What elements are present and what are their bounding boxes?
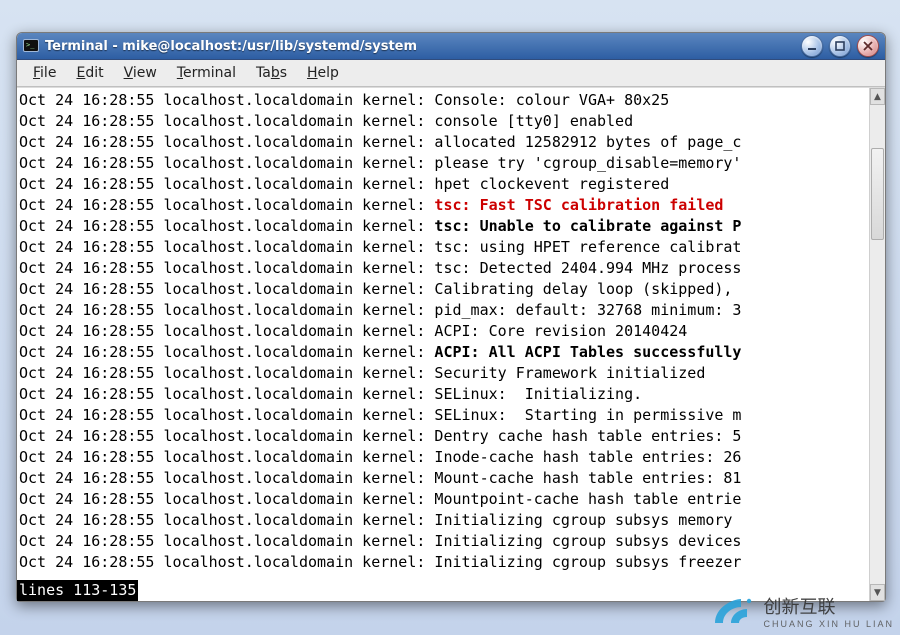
log-line: Oct 24 16:28:55 localhost.localdomain ke… xyxy=(19,531,867,552)
log-line: Oct 24 16:28:55 localhost.localdomain ke… xyxy=(19,132,867,153)
scrollbar-up[interactable]: ▲ xyxy=(870,88,885,105)
log-line: Oct 24 16:28:55 localhost.localdomain ke… xyxy=(19,174,867,195)
terminal-output[interactable]: Oct 24 16:28:55 localhost.localdomain ke… xyxy=(17,88,869,601)
log-line: Oct 24 16:28:55 localhost.localdomain ke… xyxy=(19,195,867,216)
log-line: Oct 24 16:28:55 localhost.localdomain ke… xyxy=(19,489,867,510)
menu-view[interactable]: View xyxy=(114,60,167,86)
menu-file[interactable]: File xyxy=(23,60,66,86)
titlebar[interactable]: >_ Terminal - mike@localhost:/usr/lib/sy… xyxy=(17,33,885,60)
close-button[interactable] xyxy=(857,35,879,57)
log-line: Oct 24 16:28:55 localhost.localdomain ke… xyxy=(19,342,867,363)
log-line: Oct 24 16:28:55 localhost.localdomain ke… xyxy=(19,321,867,342)
terminal-region: Oct 24 16:28:55 localhost.localdomain ke… xyxy=(17,87,885,601)
log-line: Oct 24 16:28:55 localhost.localdomain ke… xyxy=(19,300,867,321)
terminal-icon: >_ xyxy=(23,38,39,54)
menu-terminal[interactable]: Terminal xyxy=(167,60,246,86)
log-line: Oct 24 16:28:55 localhost.localdomain ke… xyxy=(19,468,867,489)
svg-text:>_: >_ xyxy=(26,41,35,49)
log-line: Oct 24 16:28:55 localhost.localdomain ke… xyxy=(19,447,867,468)
menu-edit[interactable]: Edit xyxy=(66,60,113,86)
log-line: Oct 24 16:28:55 localhost.localdomain ke… xyxy=(19,279,867,300)
minimize-button[interactable] xyxy=(801,35,823,57)
log-line: Oct 24 16:28:55 localhost.localdomain ke… xyxy=(19,405,867,426)
terminal-window: >_ Terminal - mike@localhost:/usr/lib/sy… xyxy=(16,32,886,602)
menu-help[interactable]: Help xyxy=(297,60,349,86)
log-line: Oct 24 16:28:55 localhost.localdomain ke… xyxy=(19,552,867,573)
log-line: Oct 24 16:28:55 localhost.localdomain ke… xyxy=(19,510,867,531)
scrollbar-thumb[interactable] xyxy=(871,148,884,240)
log-line: Oct 24 16:28:55 localhost.localdomain ke… xyxy=(19,216,867,237)
menubar: File Edit View Terminal Tabs Help xyxy=(17,60,885,87)
log-line: Oct 24 16:28:55 localhost.localdomain ke… xyxy=(19,363,867,384)
pager-status: lines 113-135 xyxy=(17,580,138,601)
log-line: Oct 24 16:28:55 localhost.localdomain ke… xyxy=(19,111,867,132)
menu-tabs[interactable]: Tabs xyxy=(246,60,297,86)
scrollbar[interactable]: ▲ ▼ xyxy=(869,88,885,601)
log-line: Oct 24 16:28:55 localhost.localdomain ke… xyxy=(19,384,867,405)
maximize-button[interactable] xyxy=(829,35,851,57)
desktop: >_ Terminal - mike@localhost:/usr/lib/sy… xyxy=(0,0,900,635)
scrollbar-down[interactable]: ▼ xyxy=(870,584,885,601)
log-line: Oct 24 16:28:55 localhost.localdomain ke… xyxy=(19,426,867,447)
log-line: Oct 24 16:28:55 localhost.localdomain ke… xyxy=(19,237,867,258)
log-line: Oct 24 16:28:55 localhost.localdomain ke… xyxy=(19,90,867,111)
log-line: Oct 24 16:28:55 localhost.localdomain ke… xyxy=(19,258,867,279)
window-title: Terminal - mike@localhost:/usr/lib/syste… xyxy=(45,39,417,54)
watermark-sub: CHUANG XIN HU LIAN xyxy=(763,619,894,629)
log-line: Oct 24 16:28:55 localhost.localdomain ke… xyxy=(19,153,867,174)
